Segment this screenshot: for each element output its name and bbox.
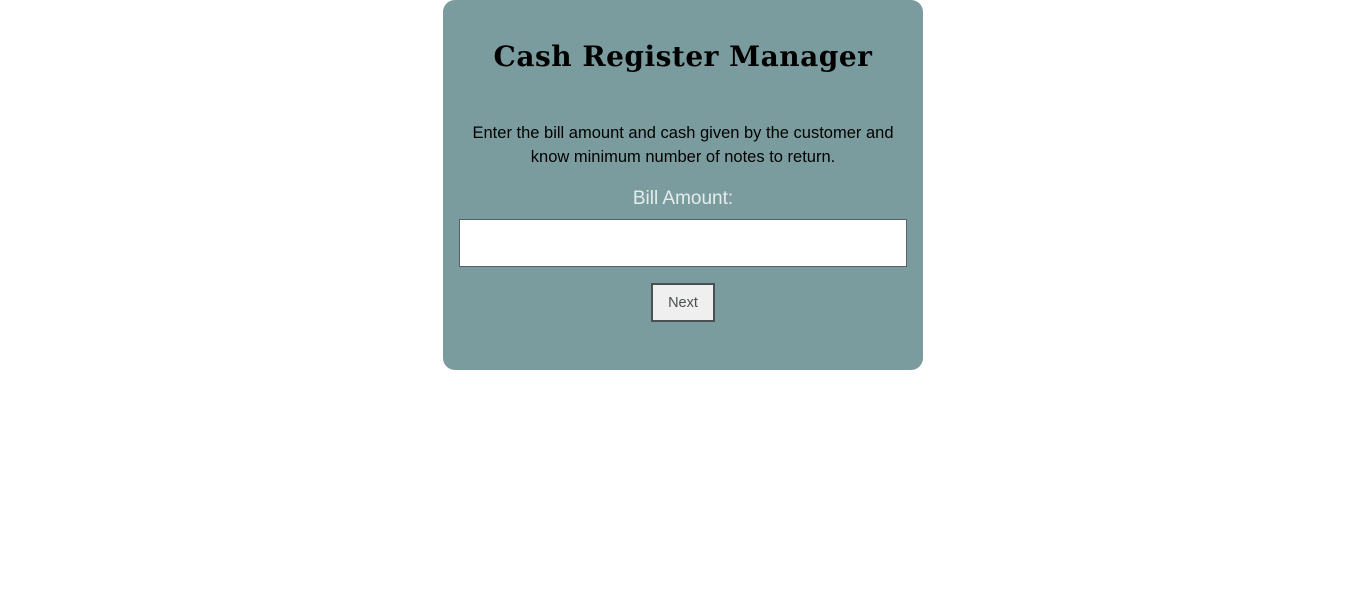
next-button[interactable]: Next xyxy=(651,283,715,322)
bill-amount-input[interactable] xyxy=(459,219,907,267)
bill-amount-label: Bill Amount: xyxy=(632,188,734,209)
cash-register-card: Cash Register Manager Enter the bill amo… xyxy=(443,0,923,370)
page-title: Cash Register Manager xyxy=(493,40,873,73)
instructions-text: Enter the bill amount and cash given by … xyxy=(472,124,894,166)
